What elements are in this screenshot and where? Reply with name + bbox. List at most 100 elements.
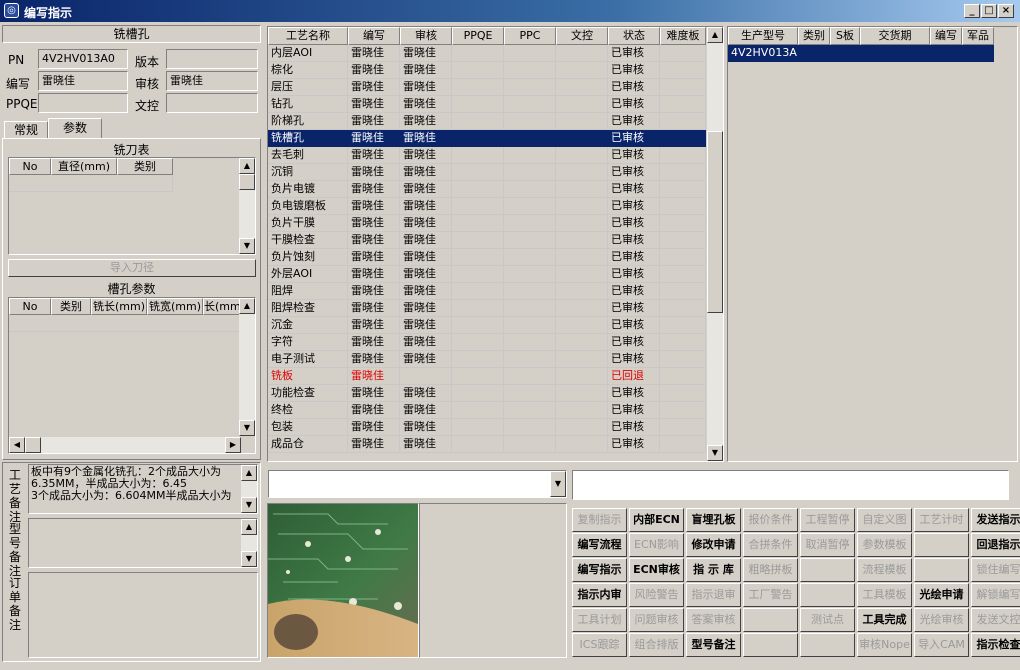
scroll-up-icon[interactable]: ▲	[241, 465, 257, 481]
process-header-7[interactable]: 难度板	[660, 27, 706, 45]
close-button[interactable]: ×	[998, 4, 1014, 18]
process-cell[interactable]: 已审核	[608, 96, 660, 113]
process-cell[interactable]	[452, 368, 504, 385]
process-cell[interactable]	[400, 368, 452, 385]
production-header-1[interactable]: 类别	[798, 27, 830, 45]
process-cell[interactable]	[504, 62, 556, 79]
process-cell[interactable]	[504, 368, 556, 385]
process-cell[interactable]	[504, 96, 556, 113]
process-cell[interactable]	[452, 147, 504, 164]
process-cell[interactable]	[556, 96, 608, 113]
action-button[interactable]: 复制指示	[572, 508, 627, 532]
process-cell[interactable]	[556, 62, 608, 79]
process-cell[interactable]	[452, 351, 504, 368]
process-cell[interactable]	[660, 283, 706, 300]
action-button[interactable]: 测试点	[800, 608, 855, 632]
action-button[interactable]: 工具模板	[857, 583, 912, 607]
production-cell[interactable]: 4V2HV013A0	[728, 45, 798, 62]
process-cell[interactable]: 铣板	[268, 368, 348, 385]
process-cell[interactable]	[556, 147, 608, 164]
slot-vscrollbar[interactable]: ▲ ▼	[239, 298, 255, 436]
process-cell[interactable]: 已审核	[608, 351, 660, 368]
process-cell[interactable]	[660, 436, 706, 453]
action-button[interactable]: 报价条件	[743, 508, 798, 532]
process-cell[interactable]: 已审核	[608, 181, 660, 198]
process-cell[interactable]: 负片干膜	[268, 215, 348, 232]
process-cell[interactable]	[452, 266, 504, 283]
action-button[interactable]: 审核Nope	[857, 633, 912, 657]
action-button[interactable]	[914, 558, 969, 582]
process-cell[interactable]	[504, 198, 556, 215]
process-header-3[interactable]: PPQE	[452, 27, 504, 45]
process-cell[interactable]	[556, 283, 608, 300]
version-field[interactable]	[166, 49, 258, 69]
process-cell[interactable]	[556, 419, 608, 436]
process-cell[interactable]	[556, 164, 608, 181]
action-button[interactable]: 答案审核	[686, 608, 741, 632]
action-button[interactable]: 内部ECN	[629, 508, 684, 532]
process-cell[interactable]	[556, 215, 608, 232]
process-cell[interactable]: 雷晓佳	[400, 45, 452, 62]
process-cell[interactable]: 雷晓佳	[400, 113, 452, 130]
process-cell[interactable]	[556, 300, 608, 317]
slot-hscrollbar[interactable]: ◀ ▶	[9, 437, 241, 453]
process-cell[interactable]: 雷晓佳	[348, 96, 400, 113]
process-cell[interactable]: 字符	[268, 334, 348, 351]
process-cell[interactable]: 雷晓佳	[348, 232, 400, 249]
process-cell[interactable]	[660, 317, 706, 334]
process-cell[interactable]	[452, 385, 504, 402]
action-button[interactable]: ECN影响	[629, 533, 684, 557]
action-button[interactable]: 光绘审核	[914, 608, 969, 632]
process-cell[interactable]	[452, 232, 504, 249]
process-cell[interactable]	[452, 198, 504, 215]
process-cell[interactable]: 已审核	[608, 266, 660, 283]
action-button[interactable]: 参数模板	[857, 533, 912, 557]
process-cell[interactable]: 雷晓佳	[348, 266, 400, 283]
action-button[interactable]: 回退指示	[971, 533, 1020, 557]
process-cell[interactable]	[660, 215, 706, 232]
process-cell[interactable]	[504, 45, 556, 62]
process-cell[interactable]	[452, 419, 504, 436]
process-cell[interactable]	[660, 198, 706, 215]
process-cell[interactable]	[504, 436, 556, 453]
action-button[interactable]: 发送文控	[971, 608, 1020, 632]
tab-params[interactable]: 参数	[48, 118, 102, 139]
process-cell[interactable]	[452, 113, 504, 130]
process-cell[interactable]	[452, 164, 504, 181]
process-cell[interactable]	[556, 317, 608, 334]
process-cell[interactable]	[556, 45, 608, 62]
process-cell[interactable]	[660, 249, 706, 266]
process-cell[interactable]: 雷晓佳	[348, 283, 400, 300]
process-cell[interactable]: 阻焊	[268, 283, 348, 300]
process-cell[interactable]	[556, 436, 608, 453]
scroll-down-icon[interactable]: ▼	[239, 238, 255, 254]
process-cell[interactable]: 雷晓佳	[400, 402, 452, 419]
process-cell[interactable]: 已审核	[608, 232, 660, 249]
process-cell[interactable]	[504, 266, 556, 283]
process-cell[interactable]: 雷晓佳	[400, 96, 452, 113]
process-cell[interactable]	[556, 334, 608, 351]
process-cell[interactable]: 雷晓佳	[400, 198, 452, 215]
scroll-up-icon[interactable]: ▲	[707, 27, 723, 43]
process-cell[interactable]	[556, 113, 608, 130]
action-button[interactable]: 问题审核	[629, 608, 684, 632]
process-cell[interactable]: 已审核	[608, 113, 660, 130]
scroll-thumb[interactable]	[239, 174, 255, 190]
process-cell[interactable]: 雷晓佳	[348, 62, 400, 79]
process-cell[interactable]	[660, 130, 706, 147]
process-cell[interactable]: 雷晓佳	[400, 436, 452, 453]
scroll-thumb[interactable]	[707, 131, 723, 313]
process-cell[interactable]	[556, 198, 608, 215]
process-cell[interactable]	[660, 147, 706, 164]
process-cell[interactable]	[504, 164, 556, 181]
process-cell[interactable]	[660, 266, 706, 283]
action-button[interactable]: 发送指示	[971, 508, 1020, 532]
process-cell[interactable]: 负电镀磨板	[268, 198, 348, 215]
process-cell[interactable]: 雷晓佳	[348, 164, 400, 181]
process-cell[interactable]: 已审核	[608, 198, 660, 215]
process-cell[interactable]	[556, 249, 608, 266]
model-note-box[interactable]: ▲ ▼	[28, 518, 258, 568]
process-cell[interactable]	[452, 181, 504, 198]
process-cell[interactable]: 内层AOI	[268, 45, 348, 62]
scroll-left-icon[interactable]: ◀	[9, 437, 25, 453]
